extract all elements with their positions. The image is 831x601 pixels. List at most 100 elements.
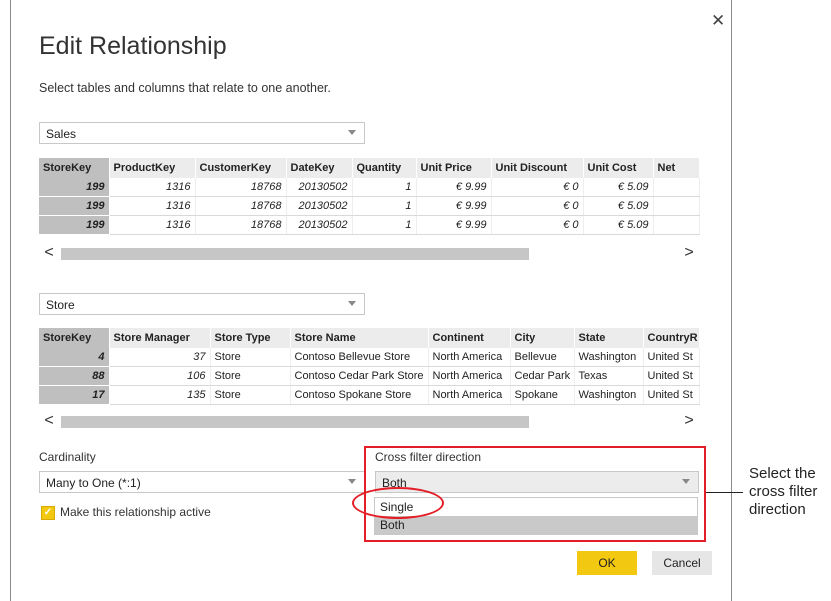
table-cell: North America	[428, 348, 511, 367]
table-cell: United St	[643, 366, 700, 386]
table-cell: Washington	[574, 385, 644, 405]
active-checkbox-label: Make this relationship active	[60, 505, 211, 519]
table-cell: 88	[39, 366, 110, 386]
scrollbar-thumb[interactable]	[61, 416, 529, 428]
table-cell: United St	[643, 385, 700, 405]
table-cell: € 9.99	[416, 196, 492, 216]
active-checkbox[interactable]: ✓	[41, 506, 55, 520]
column-header: StoreKey	[39, 158, 110, 178]
chevron-down-icon	[348, 479, 356, 484]
table-cell: 1316	[109, 215, 196, 235]
cancel-button[interactable]: Cancel	[652, 551, 712, 575]
table-cell: € 9.99	[416, 215, 492, 235]
column-header: State	[574, 328, 644, 348]
table-cell	[653, 178, 700, 197]
scrollbar-thumb[interactable]	[61, 248, 529, 260]
dialog-subtitle: Select tables and columns that relate to…	[39, 81, 331, 95]
table1-select[interactable]: Sales	[39, 122, 365, 144]
table-cell: € 0	[491, 215, 584, 235]
scroll-left-icon[interactable]: <	[39, 245, 59, 262]
table-cell: 106	[109, 366, 211, 386]
callout-text: Select the cross filter direction	[749, 465, 817, 519]
table-cell: Washington	[574, 348, 644, 367]
table2-select[interactable]: Store	[39, 293, 365, 315]
chevron-down-icon	[348, 130, 356, 135]
column-header: CountryR	[643, 328, 700, 348]
cardinality-label: Cardinality	[39, 450, 96, 464]
table-cell: 1316	[109, 196, 196, 216]
table-cell: 199	[39, 215, 110, 235]
table-cell: 1	[352, 215, 417, 235]
callout-line-2: cross filter	[749, 483, 818, 500]
table-cell: Store	[210, 385, 291, 405]
table-cell: 199	[39, 196, 110, 216]
table2-horizontal-scrollbar[interactable]: < >	[39, 413, 699, 430]
column-header: Net	[653, 158, 700, 178]
table-cell: 199	[39, 178, 110, 197]
table-row: 17 135 Store Contoso Spokane Store North Ame…	[39, 385, 700, 405]
table-row: 199 1316 18768 20130502 1 € 9.99 € 0 € 5.09	[39, 196, 700, 216]
column-header: Continent	[428, 328, 511, 348]
table-cell: 135	[109, 385, 211, 405]
table1-horizontal-scrollbar[interactable]: < >	[39, 245, 699, 262]
column-header: Unit Price	[416, 158, 492, 178]
table2-preview-grid: StoreKey Store Manager Store Type Store Nam…	[39, 328, 700, 405]
column-header: CustomerKey	[195, 158, 287, 178]
callout-pointer-line	[706, 492, 743, 493]
table-cell: € 5.09	[583, 178, 654, 197]
table-cell: 20130502	[286, 196, 353, 216]
chevron-down-icon	[348, 301, 356, 306]
table-cell: 17	[39, 385, 110, 405]
column-header: DateKey	[286, 158, 353, 178]
table-cell: 1	[352, 196, 417, 216]
scroll-left-icon[interactable]: <	[39, 413, 59, 430]
table-cell: 20130502	[286, 178, 353, 197]
column-header: Store Manager	[109, 328, 211, 348]
table1-select-value: Sales	[46, 127, 77, 141]
table-cell: 18768	[195, 196, 287, 216]
table-cell: Contoso Spokane Store	[290, 385, 429, 405]
table2-select-value: Store	[46, 298, 75, 312]
table-cell: 4	[39, 348, 110, 367]
table-cell: 1316	[109, 178, 196, 197]
table-row: 199 1316 18768 20130502 1 € 9.99 € 0 € 5.09	[39, 178, 700, 197]
table-cell: € 0	[491, 178, 584, 197]
table-cell: Cedar Park	[510, 366, 575, 386]
table-cell: North America	[428, 385, 511, 405]
close-icon[interactable]: ✕	[711, 12, 725, 29]
table-cell: € 9.99	[416, 178, 492, 197]
table-header-row: StoreKey ProductKey CustomerKey DateKey Quan…	[39, 158, 700, 178]
table-header-row: StoreKey Store Manager Store Type Store Nam…	[39, 328, 700, 348]
highlight-ellipse	[352, 487, 444, 519]
table-cell: Bellevue	[510, 348, 575, 367]
cardinality-value: Many to One (*:1)	[46, 476, 141, 490]
table-cell: Store	[210, 366, 291, 386]
table-cell: Contoso Cedar Park Store	[290, 366, 429, 386]
table-cell: North America	[428, 366, 511, 386]
table-row: 4 37 Store Contoso Bellevue Store North Amer…	[39, 348, 700, 367]
column-header: ProductKey	[109, 158, 196, 178]
column-header: Unit Cost	[583, 158, 654, 178]
table-cell: 18768	[195, 178, 287, 197]
table-row: 88 106 Store Contoso Cedar Park Store North …	[39, 366, 700, 386]
column-header: Quantity	[352, 158, 417, 178]
table-cell: € 5.09	[583, 196, 654, 216]
callout-line-3: direction	[749, 501, 806, 518]
scroll-right-icon[interactable]: >	[679, 245, 699, 262]
scroll-right-icon[interactable]: >	[679, 413, 699, 430]
column-header: Store Type	[210, 328, 291, 348]
table-cell: Store	[210, 348, 291, 367]
table1-preview-grid: StoreKey ProductKey CustomerKey DateKey Quan…	[39, 158, 700, 235]
table-cell: Contoso Bellevue Store	[290, 348, 429, 367]
table-cell: United St	[643, 348, 700, 367]
table-cell: 1	[352, 178, 417, 197]
ok-button[interactable]: OK	[577, 551, 637, 575]
table-cell: € 5.09	[583, 215, 654, 235]
table-cell: 18768	[195, 215, 287, 235]
column-header: Unit Discount	[491, 158, 584, 178]
cardinality-select[interactable]: Many to One (*:1)	[39, 471, 365, 493]
table-cell	[653, 215, 700, 235]
column-header: StoreKey	[39, 328, 110, 348]
dialog-title: Edit Relationship	[39, 32, 227, 60]
table-row: 199 1316 18768 20130502 1 € 9.99 € 0 € 5.09	[39, 215, 700, 235]
